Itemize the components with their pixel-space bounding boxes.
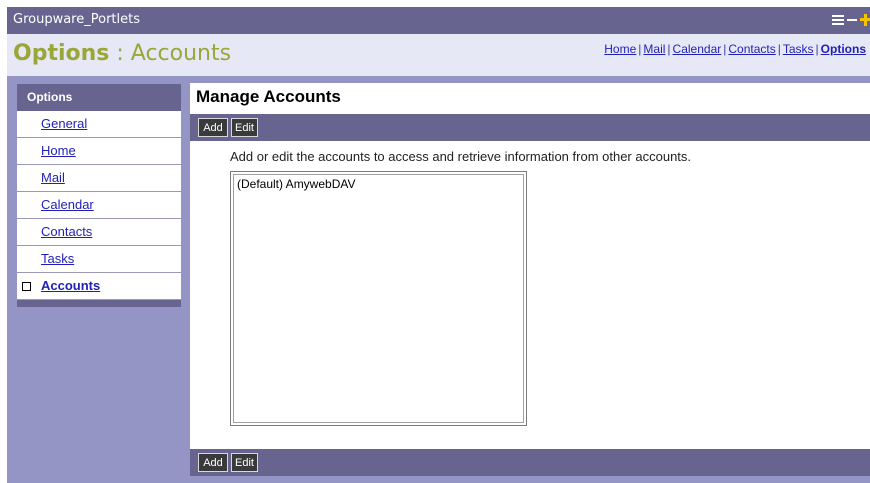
page-title: Options : Accounts — [13, 41, 231, 66]
minimize-icon[interactable] — [847, 19, 857, 21]
nav-separator: | — [815, 42, 819, 56]
accounts-list: (Default) AmywebDAV — [233, 174, 524, 423]
nav-link-tasks[interactable]: Tasks — [783, 42, 814, 56]
main-panel: Manage Accounts Add Edit Add or edit the… — [190, 83, 870, 476]
accounts-listbox[interactable]: (Default) AmywebDAV — [230, 171, 527, 426]
nav-link-options[interactable]: Options — [821, 42, 866, 56]
edit-button-bottom[interactable]: Edit — [231, 453, 258, 472]
sidebar-item-tasks[interactable]: Tasks — [17, 246, 181, 273]
sidebar-link-contacts[interactable]: Contacts — [41, 219, 92, 245]
portlet-titlebar: Groupware_Portlets — [7, 7, 870, 34]
sidebar-footer — [17, 300, 181, 307]
sidebar-link-general[interactable]: General — [41, 111, 87, 137]
options-sidebar: Options General Home Mail Calendar Contacts T… — [17, 84, 181, 307]
add-button-bottom[interactable]: Add — [198, 453, 228, 472]
list-icon[interactable] — [832, 15, 844, 25]
add-button[interactable]: Add — [198, 118, 228, 137]
sidebar-link-accounts[interactable]: Accounts — [41, 273, 100, 299]
sidebar-item-general[interactable]: General — [17, 111, 181, 138]
nav-link-mail[interactable]: Mail — [643, 42, 665, 56]
bottom-button-bar: Add Edit — [190, 449, 870, 476]
sidebar-link-calendar[interactable]: Calendar — [41, 192, 94, 218]
window-controls — [832, 13, 870, 27]
top-navigation: Home | Mail | Calendar | Contacts | Tasks | Option… — [604, 42, 866, 56]
sidebar-items: General Home Mail Calendar Contacts Tasks Acco… — [17, 111, 181, 300]
portlet-title: Groupware_Portlets — [13, 12, 140, 27]
manage-accounts-title: Manage Accounts — [196, 87, 341, 106]
edit-button[interactable]: Edit — [231, 118, 258, 137]
sidebar-item-contacts[interactable]: Contacts — [17, 219, 181, 246]
sidebar-item-calendar[interactable]: Calendar — [17, 192, 181, 219]
page-header: Options : Accounts Home | Mail | Calendar | Co… — [7, 34, 870, 76]
account-option[interactable]: (Default) AmywebDAV — [237, 177, 355, 191]
page-title-subsection: : Accounts — [109, 41, 232, 66]
sidebar-heading: Options — [17, 84, 181, 111]
page-title-section: Options — [13, 41, 110, 66]
sidebar-item-accounts[interactable]: Accounts — [17, 273, 181, 300]
portlet-window: Groupware_Portlets Options : Accounts Ho… — [7, 7, 870, 483]
nav-separator: | — [667, 42, 671, 56]
maximize-icon[interactable] — [860, 14, 870, 26]
sidebar-item-home[interactable]: Home — [17, 138, 181, 165]
top-button-bar: Add Edit — [190, 114, 870, 141]
sidebar-item-mail[interactable]: Mail — [17, 165, 181, 192]
sidebar-link-tasks[interactable]: Tasks — [41, 246, 74, 272]
sidebar-link-home[interactable]: Home — [41, 138, 76, 164]
description-text: Add or edit the accounts to access and r… — [230, 149, 692, 164]
nav-link-home[interactable]: Home — [604, 42, 636, 56]
sidebar-link-mail[interactable]: Mail — [41, 165, 65, 191]
nav-link-contacts[interactable]: Contacts — [728, 42, 775, 56]
selected-marker-icon — [22, 282, 31, 291]
nav-separator: | — [777, 42, 781, 56]
nav-link-calendar[interactable]: Calendar — [673, 42, 722, 56]
